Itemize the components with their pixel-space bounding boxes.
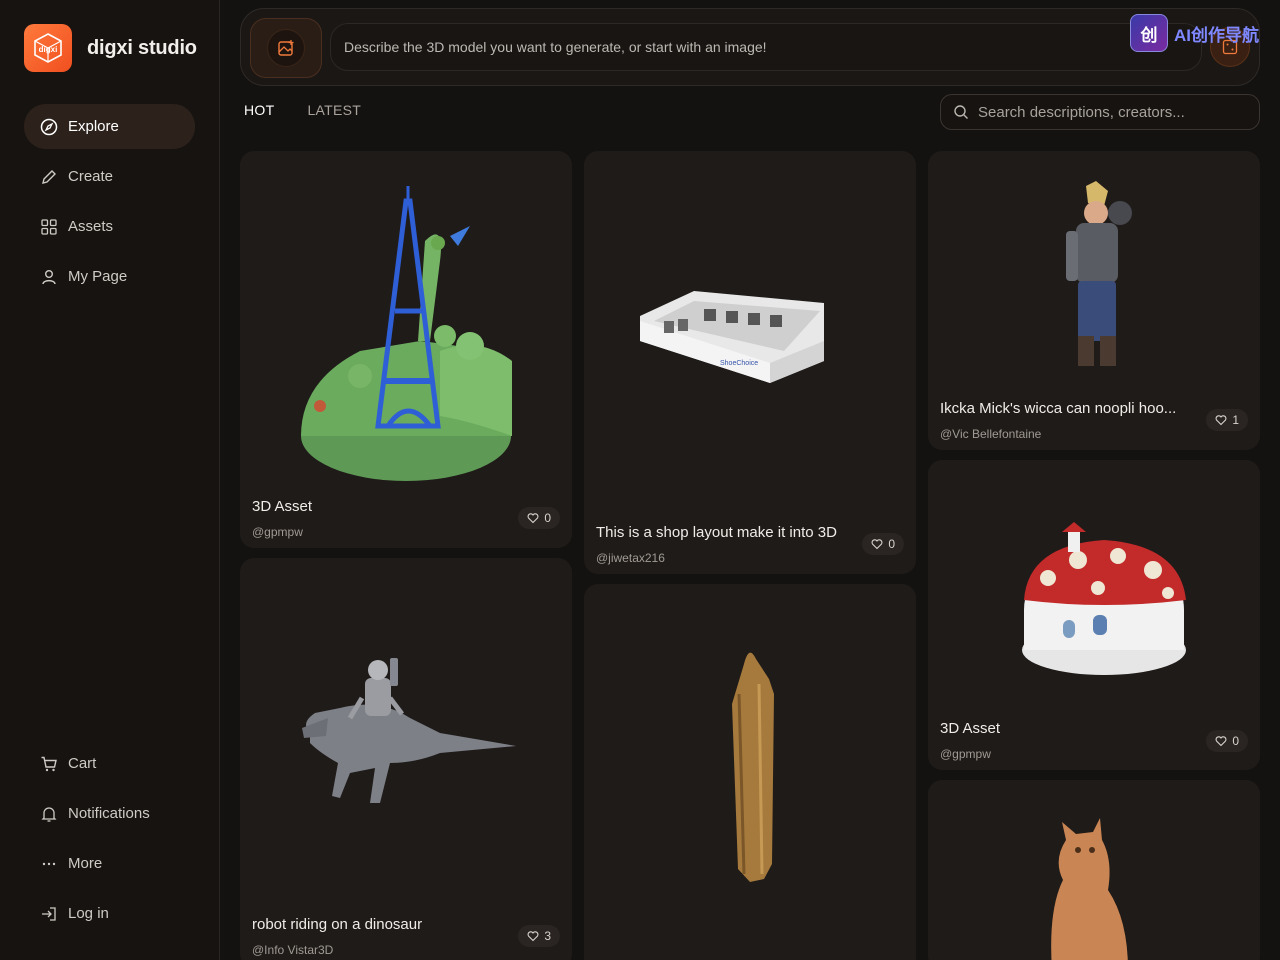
mushroom-house-image [1022, 522, 1186, 675]
nav-item-more[interactable]: More [24, 841, 195, 886]
card-title: 3D Asset [252, 498, 313, 515]
like-count: 0 [888, 537, 895, 551]
search-input[interactable]: Search descriptions, creators... [978, 104, 1185, 121]
user-icon [42, 269, 56, 284]
pencil-icon [42, 169, 56, 184]
like-button[interactable]: 1 [1206, 409, 1248, 431]
nav-label: More [68, 855, 103, 872]
golden-frame-image [732, 652, 774, 882]
like-count: 0 [1232, 734, 1239, 748]
nav-item-cart[interactable]: Cart [24, 741, 195, 786]
model-card[interactable]: robot riding on a dinosaur @Info Vistar3… [240, 558, 572, 960]
nav-label: Create [68, 168, 114, 185]
watermark-badge: 创 [1130, 14, 1168, 52]
card-title: 3D Asset [940, 720, 1001, 737]
svg-text:ShoeChoice: ShoeChoice [720, 360, 758, 367]
like-button[interactable]: 3 [518, 925, 560, 947]
heart-icon [1215, 736, 1227, 747]
grid-icon [41, 218, 57, 235]
logo-icon: digxi [24, 24, 72, 72]
armored-warrior-image [1066, 181, 1132, 366]
nav-label: Log in [68, 905, 109, 922]
nav-item-my-page[interactable]: My Page [24, 254, 195, 299]
like-count: 0 [544, 511, 551, 525]
heart-icon [527, 513, 539, 524]
nav-label: Notifications [68, 805, 150, 822]
like-count: 1 [1232, 413, 1239, 427]
heart-icon [1215, 415, 1227, 426]
svg-text:digxi: digxi [39, 45, 58, 54]
model-card[interactable]: 3D Asset @gpmpw 0 [240, 151, 572, 548]
heart-icon [527, 931, 539, 942]
model-card[interactable]: Ikcka Mick's wicca can noopli hoo... @Vi… [928, 151, 1260, 450]
nav-item-assets[interactable]: Assets [24, 204, 195, 249]
watermark-text: AI创作导航 [1174, 25, 1259, 45]
like-button[interactable]: 0 [1206, 730, 1248, 752]
nav-item-create[interactable]: Create [24, 154, 195, 199]
image-add-icon [278, 40, 294, 56]
nav-label: Cart [68, 755, 97, 772]
prompt-bar: Describe the 3D model you want to genera… [240, 8, 1260, 86]
card-author[interactable]: @jiwetax216 [596, 551, 665, 565]
card-title: This is a shop layout make it into 3D [596, 524, 837, 541]
image-upload-button[interactable] [250, 18, 322, 78]
nav-label: Assets [68, 218, 114, 235]
nav-label: Explore [68, 118, 119, 135]
brand[interactable]: digxi digxi studio [24, 24, 197, 72]
like-button[interactable]: 0 [862, 533, 904, 555]
tab-hot[interactable]: HOT [244, 102, 274, 118]
card-author[interactable]: @Info Vistar3D [252, 943, 333, 957]
login-icon [42, 906, 56, 921]
tab-latest[interactable]: LATEST [307, 102, 361, 118]
model-card[interactable]: 3D Asset @gpmpw 0 [928, 460, 1260, 770]
feed-tabs: HOT LATEST [244, 102, 361, 118]
sidebar: digxi digxi studio Explore Create Assets… [0, 0, 220, 960]
watermark: 创 AI创作导航 [1130, 14, 1259, 52]
model-card[interactable]: ShoeChoice This is a shop layout make it… [584, 151, 916, 574]
compass-icon [40, 118, 58, 135]
main-nav: Explore Create Assets My Page [24, 104, 195, 304]
card-author[interactable]: @gpmpw [252, 525, 303, 539]
orange-cat-image [1051, 818, 1128, 960]
model-card[interactable] [584, 584, 916, 960]
prompt-input[interactable]: Describe the 3D model you want to genera… [330, 23, 1202, 71]
eiffel-tower-garden-image [301, 186, 512, 481]
card-title: robot riding on a dinosaur [252, 916, 423, 933]
like-count: 3 [544, 929, 551, 943]
brand-name: digxi studio [87, 36, 197, 59]
nav-item-login[interactable]: Log in [24, 891, 195, 936]
card-author[interactable]: @Vic Bellefontaine [940, 427, 1041, 441]
nav-item-notifications[interactable]: Notifications [24, 791, 195, 836]
heart-icon [871, 539, 883, 550]
card-author[interactable]: @gpmpw [940, 747, 991, 761]
like-button[interactable]: 0 [518, 507, 560, 529]
cart-icon [41, 756, 57, 771]
search-icon [954, 105, 968, 119]
nav-item-explore[interactable]: Explore [24, 104, 195, 149]
nav-label: My Page [68, 268, 128, 285]
shop-layout-image: ShoeChoice [640, 291, 824, 383]
model-card[interactable] [928, 780, 1260, 960]
bottom-nav: Cart Notifications More Log in [24, 741, 195, 941]
robot-dinosaur-image [302, 658, 516, 803]
card-title: Ikcka Mick's wicca can noopli hoo... [940, 400, 1177, 417]
more-icon [42, 862, 56, 865]
search-box[interactable]: Search descriptions, creators... [940, 94, 1260, 130]
bell-icon [41, 806, 57, 822]
